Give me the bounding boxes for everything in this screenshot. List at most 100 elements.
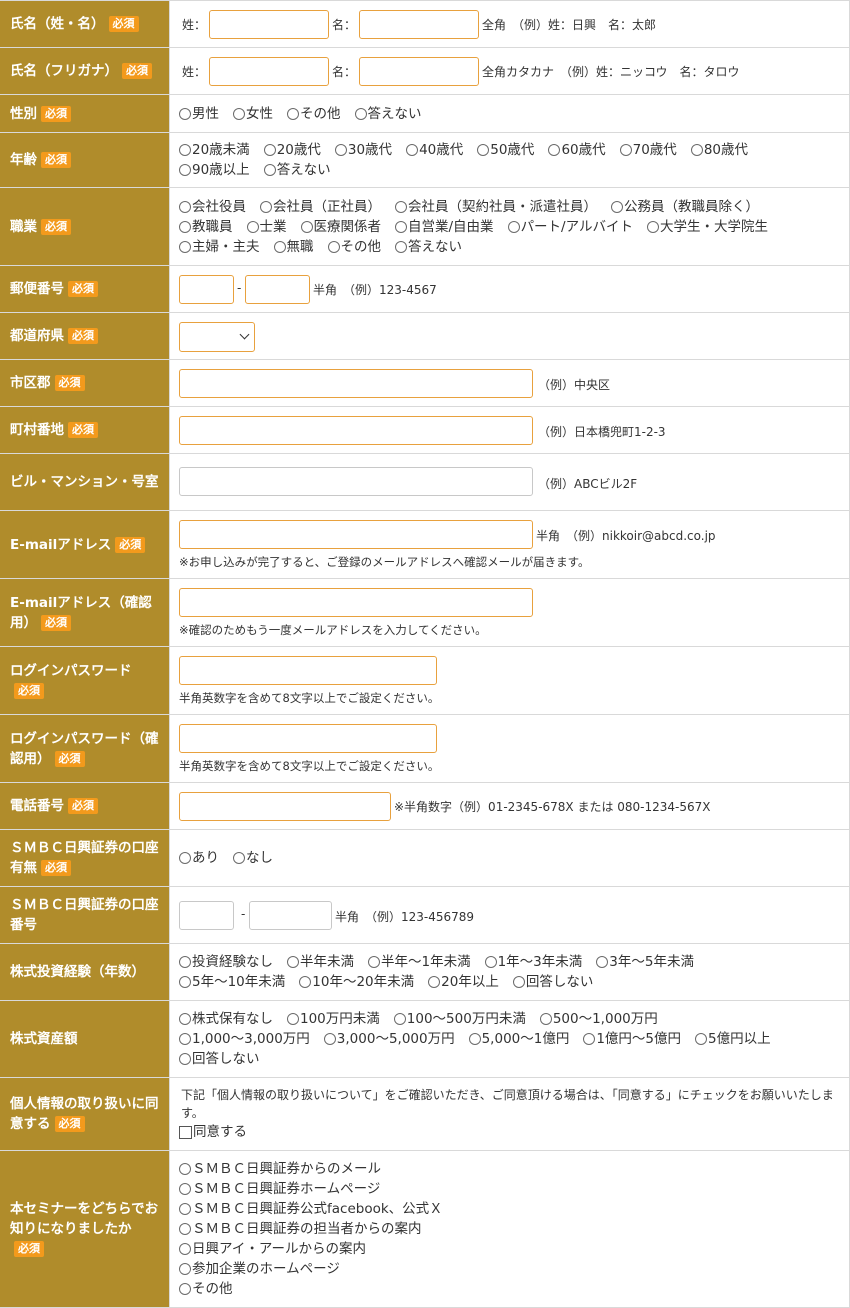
- job-option[interactable]: 答えない: [395, 237, 462, 257]
- job-option[interactable]: その他: [327, 237, 381, 257]
- job-option[interactable]: 無職: [273, 237, 314, 257]
- experience-option[interactable]: 1年～3年未満: [484, 952, 582, 972]
- password-confirm-input[interactable]: [179, 724, 437, 753]
- assets-option[interactable]: 1,000～3,000万円: [179, 1029, 310, 1049]
- first-name-kana-input[interactable]: [359, 57, 479, 86]
- experience-option[interactable]: 半年未満: [287, 952, 354, 972]
- assets-option[interactable]: 1億円～5億円: [583, 1029, 681, 1049]
- phone-input[interactable]: [179, 792, 391, 821]
- experience-option[interactable]: 半年～1年未満: [368, 952, 471, 972]
- radio-icon: [695, 1033, 708, 1045]
- age-option[interactable]: 答えない: [263, 160, 331, 180]
- job-option[interactable]: 大学生・大学院生: [646, 217, 768, 237]
- assets-option[interactable]: 100万円未満: [287, 1009, 380, 1029]
- age-option[interactable]: 20歳未満: [179, 140, 250, 160]
- postal-code-second-input[interactable]: [245, 275, 310, 304]
- experience-option[interactable]: 投資経験なし: [179, 952, 273, 972]
- assets-option[interactable]: 5,000～1億円: [468, 1029, 569, 1049]
- age-option[interactable]: 40歳代: [406, 140, 463, 160]
- age-option[interactable]: 60歳代: [548, 140, 606, 160]
- job-option[interactable]: 教職員: [179, 217, 233, 237]
- radio-icon: [428, 976, 441, 988]
- required-badge: 必須: [68, 422, 98, 438]
- age-option[interactable]: 30歳代: [334, 140, 392, 160]
- age-option[interactable]: 50歳代: [477, 140, 534, 160]
- postal-dash: -: [237, 281, 242, 295]
- job-option[interactable]: 会社員（契約社員・派遣社員）: [395, 197, 597, 217]
- gender-option[interactable]: 答えない: [354, 104, 422, 124]
- experience-option[interactable]: 10年～20年未満: [299, 972, 414, 992]
- postal-code-first-input[interactable]: [179, 275, 234, 304]
- gender-option[interactable]: 女性: [233, 104, 273, 124]
- smbc-branch-input[interactable]: [179, 901, 234, 930]
- job-option[interactable]: 医療関係者: [300, 217, 381, 237]
- radio-icon: [477, 144, 490, 156]
- email-input[interactable]: [179, 520, 533, 549]
- radio-icon: [287, 1013, 299, 1025]
- job-label: 職業 必須: [0, 188, 170, 265]
- building-input[interactable]: [179, 467, 533, 496]
- last-name-kana-input[interactable]: [209, 57, 329, 86]
- required-badge: 必須: [108, 16, 139, 32]
- row-assets: 株式資産額 株式保有なし 100万円未満 100～500万円未満 500～1,000万…: [0, 1001, 850, 1078]
- age-option[interactable]: 70歳代: [619, 140, 677, 160]
- smbc-account-number-input[interactable]: [249, 901, 332, 930]
- job-option[interactable]: 会社員（正社員）: [260, 197, 381, 217]
- radio-icon: [179, 852, 191, 864]
- job-option[interactable]: 会社役員: [179, 197, 246, 217]
- job-option[interactable]: パート/アルバイト: [507, 217, 633, 237]
- postal-label: 郵便番号 必須: [0, 266, 170, 312]
- row-name: 氏名（姓・名） 必須 姓： 名： 全角 （例）姓：日興 名：太郎: [0, 1, 850, 48]
- assets-option[interactable]: 株式保有なし: [179, 1009, 273, 1029]
- gender-option[interactable]: その他: [287, 104, 341, 124]
- assets-label: 株式資産額: [0, 1001, 170, 1077]
- password-input[interactable]: [179, 656, 437, 685]
- prefecture-select[interactable]: [179, 322, 255, 352]
- age-option[interactable]: 20歳代: [263, 140, 321, 160]
- registration-form: 氏名（姓・名） 必須 姓： 名： 全角 （例）姓：日興 名：太郎 氏名（フリガナ）…: [0, 0, 850, 1308]
- row-email: E-mailアドレス 必須 半角 （例）nikkoir@abcd.co.jp ※お…: [0, 511, 850, 579]
- radio-icon: [300, 221, 313, 233]
- experience-option[interactable]: 20年以上: [428, 972, 499, 992]
- age-label: 年齢 必須: [0, 133, 170, 187]
- assets-option[interactable]: 5億円以上: [695, 1029, 771, 1049]
- age-option[interactable]: 90歳以上: [179, 160, 250, 180]
- city-label: 市区郡 必須: [0, 360, 170, 406]
- gender-option[interactable]: 男性: [179, 104, 219, 124]
- job-option[interactable]: 主婦・主夫: [179, 237, 260, 257]
- required-badge: 必須: [68, 281, 98, 297]
- agree-checkbox[interactable]: 同意する: [179, 1122, 247, 1142]
- first-name-input[interactable]: [359, 10, 479, 39]
- smbc-number-label: ＳＭＢＣ日興証券の口座番号: [0, 887, 170, 943]
- source-label: 本セミナーをどちらでお知りになりましたか 必須: [0, 1151, 170, 1307]
- job-option[interactable]: 自営業/自由業: [395, 217, 494, 237]
- city-input[interactable]: [179, 369, 533, 398]
- required-badge: 必須: [68, 328, 98, 344]
- smbc-account-option[interactable]: なし: [233, 848, 273, 868]
- source-option[interactable]: その他: [179, 1279, 247, 1302]
- job-option[interactable]: 公務員（教職員除く）: [611, 197, 759, 217]
- radio-icon: [299, 976, 312, 988]
- experience-option[interactable]: 5年～10年未満: [179, 972, 285, 992]
- town-input[interactable]: [179, 416, 533, 445]
- required-badge: 必須: [41, 152, 71, 168]
- email-note: 半角 （例）nikkoir@abcd.co.jp: [536, 529, 716, 543]
- assets-option[interactable]: 500～1,000万円: [539, 1009, 658, 1029]
- row-city: 市区郡 必須 （例）中央区: [0, 360, 850, 407]
- experience-option[interactable]: 3年～5年未満: [596, 952, 694, 972]
- row-postal: 郵便番号 必須 - 半角 （例）123-4567: [0, 266, 850, 313]
- assets-option[interactable]: 3,000～5,000万円: [323, 1029, 455, 1049]
- last-name-input[interactable]: [209, 10, 329, 39]
- privacy-text: 下記「個人情報の取り扱いについて」をご確認いただき、ご同意頂ける場合は、「同意す…: [181, 1088, 834, 1120]
- smbc-account-option[interactable]: あり: [179, 848, 219, 868]
- required-badge: 必須: [54, 1116, 85, 1132]
- required-badge: 必須: [14, 682, 44, 699]
- job-option[interactable]: 士業: [246, 217, 287, 237]
- assets-option[interactable]: 100～500万円未満: [393, 1009, 526, 1029]
- privacy-agree: 同意する: [179, 1122, 261, 1146]
- age-option[interactable]: 80歳代: [690, 140, 748, 160]
- radio-icon: [354, 108, 367, 120]
- assets-option[interactable]: 回答しない: [179, 1049, 260, 1069]
- email-confirm-input[interactable]: [179, 588, 533, 617]
- experience-option[interactable]: 回答しない: [512, 972, 593, 992]
